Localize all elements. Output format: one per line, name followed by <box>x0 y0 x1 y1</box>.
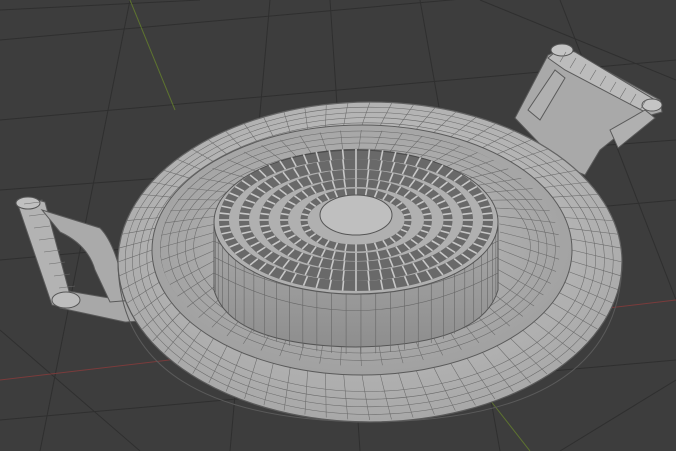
3d-viewport[interactable] <box>0 0 676 451</box>
center-burner-grate[interactable] <box>213 149 499 354</box>
viewport-canvas[interactable] <box>0 0 676 451</box>
pan-mesh[interactable] <box>15 43 663 423</box>
